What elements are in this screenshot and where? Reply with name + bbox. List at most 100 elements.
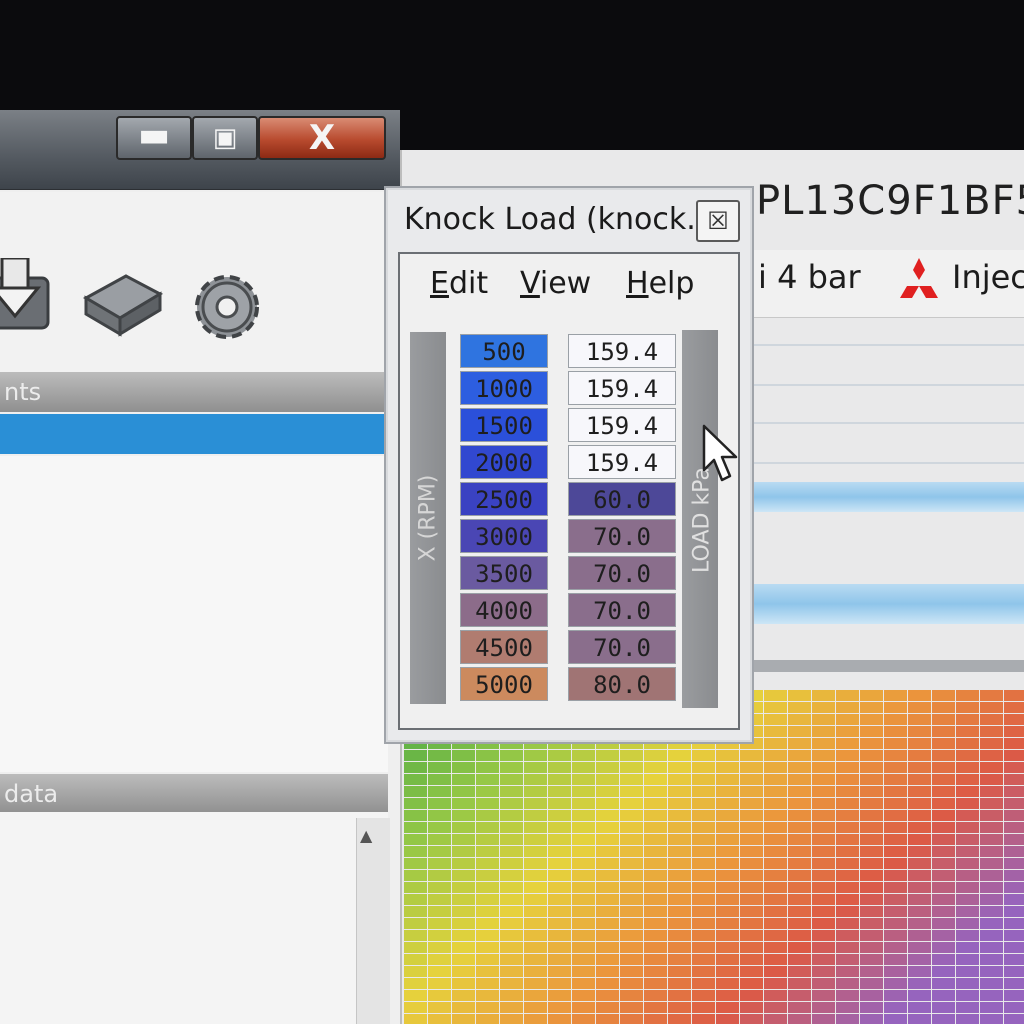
heatmap-cell[interactable] xyxy=(860,954,883,965)
heatmap-cell[interactable] xyxy=(476,798,499,809)
heatmap-cell[interactable] xyxy=(884,918,907,929)
heatmap-cell[interactable] xyxy=(812,990,835,1001)
heatmap-cell[interactable] xyxy=(980,834,1003,845)
heatmap-cell[interactable] xyxy=(740,774,763,785)
heatmap-cell[interactable] xyxy=(692,786,715,797)
heatmap-cell[interactable] xyxy=(644,858,667,869)
heatmap-cell[interactable] xyxy=(428,810,451,821)
heatmap-cell[interactable] xyxy=(908,858,931,869)
heatmap-cell[interactable] xyxy=(908,846,931,857)
heatmap-cell[interactable] xyxy=(836,810,859,821)
heatmap-cell[interactable] xyxy=(596,882,619,893)
heatmap-cell[interactable] xyxy=(620,990,643,1001)
heatmap-cell[interactable] xyxy=(788,762,811,773)
minimize-button[interactable]: ▬ xyxy=(116,116,192,160)
heatmap-cell[interactable] xyxy=(1004,1014,1024,1024)
heatmap-cell[interactable] xyxy=(692,810,715,821)
heatmap-cell[interactable] xyxy=(716,978,739,989)
heatmap-cell[interactable] xyxy=(524,798,547,809)
heatmap-cell[interactable] xyxy=(548,954,571,965)
heatmap-cell[interactable] xyxy=(668,954,691,965)
heatmap-cell[interactable] xyxy=(476,1002,499,1013)
heatmap-cell[interactable] xyxy=(548,750,571,761)
heatmap-cell[interactable] xyxy=(956,1002,979,1013)
heatmap-cell[interactable] xyxy=(476,954,499,965)
heatmap-cell[interactable] xyxy=(716,882,739,893)
heatmap-cell[interactable] xyxy=(1004,966,1024,977)
heatmap-cell[interactable] xyxy=(764,858,787,869)
heatmap-cell[interactable] xyxy=(716,810,739,821)
heatmap-cell[interactable] xyxy=(884,906,907,917)
heatmap-cell[interactable] xyxy=(812,870,835,881)
heatmap-cell[interactable] xyxy=(908,738,931,749)
scroll-up-arrow-icon[interactable]: ▲ xyxy=(360,826,372,845)
heatmap-cell[interactable] xyxy=(596,846,619,857)
heatmap-cell[interactable] xyxy=(572,798,595,809)
heatmap-cell[interactable] xyxy=(428,834,451,845)
heatmap-cell[interactable] xyxy=(548,942,571,953)
heatmap-cell[interactable] xyxy=(644,750,667,761)
heatmap-cell[interactable] xyxy=(836,858,859,869)
heatmap-cell[interactable] xyxy=(980,1014,1003,1024)
heatmap-cell[interactable] xyxy=(908,978,931,989)
knock-load-value-cell[interactable]: 80.0 xyxy=(568,667,676,701)
heatmap-cell[interactable] xyxy=(500,1002,523,1013)
heatmap-cell[interactable] xyxy=(956,1014,979,1024)
heatmap-cell[interactable] xyxy=(740,870,763,881)
heatmap-cell[interactable] xyxy=(908,834,931,845)
heatmap-cell[interactable] xyxy=(908,750,931,761)
heatmap-cell[interactable] xyxy=(740,822,763,833)
heatmap-cell[interactable] xyxy=(980,762,1003,773)
heatmap-cell[interactable] xyxy=(788,930,811,941)
heatmap-cell[interactable] xyxy=(908,942,931,953)
heatmap-cell[interactable] xyxy=(428,846,451,857)
heatmap-cell[interactable] xyxy=(860,990,883,1001)
heatmap-cell[interactable] xyxy=(644,846,667,857)
heatmap-cell[interactable] xyxy=(500,1014,523,1024)
heatmap-cell[interactable] xyxy=(836,1002,859,1013)
heatmap-cell[interactable] xyxy=(764,894,787,905)
heatmap-cell[interactable] xyxy=(572,1014,595,1024)
heatmap-cell[interactable] xyxy=(860,930,883,941)
heatmap-cell[interactable] xyxy=(980,990,1003,1001)
heatmap-cell[interactable] xyxy=(980,1002,1003,1013)
heatmap-cell[interactable] xyxy=(716,774,739,785)
knock-load-value-cell[interactable]: 159.4 xyxy=(568,445,676,479)
heatmap-cell[interactable] xyxy=(716,966,739,977)
heatmap-cell[interactable] xyxy=(476,978,499,989)
heatmap-cell[interactable] xyxy=(1004,798,1024,809)
heatmap-cell[interactable] xyxy=(404,954,427,965)
heatmap-cell[interactable] xyxy=(932,942,955,953)
heatmap-cell[interactable] xyxy=(884,774,907,785)
heatmap-cell[interactable] xyxy=(1004,942,1024,953)
heatmap-cell[interactable] xyxy=(836,726,859,737)
heatmap-cell[interactable] xyxy=(716,1014,739,1024)
heatmap-cell[interactable] xyxy=(812,714,835,725)
heatmap-cell[interactable] xyxy=(860,690,883,701)
heatmap-cell[interactable] xyxy=(596,870,619,881)
heatmap-cell[interactable] xyxy=(764,846,787,857)
knock-load-value-cell[interactable]: 159.4 xyxy=(568,371,676,405)
heatmap-cell[interactable] xyxy=(572,954,595,965)
heatmap-cell[interactable] xyxy=(980,798,1003,809)
heatmap-cell[interactable] xyxy=(860,870,883,881)
heatmap-cell[interactable] xyxy=(620,954,643,965)
heatmap-cell[interactable] xyxy=(452,846,475,857)
heatmap-cell[interactable] xyxy=(572,966,595,977)
heatmap-cell[interactable] xyxy=(404,834,427,845)
heatmap-cell[interactable] xyxy=(740,966,763,977)
heatmap-cell[interactable] xyxy=(596,786,619,797)
heatmap-cell[interactable] xyxy=(596,810,619,821)
heatmap-cell[interactable] xyxy=(836,978,859,989)
heatmap-cell[interactable] xyxy=(692,822,715,833)
heatmap-cell[interactable] xyxy=(956,858,979,869)
heatmap-cell[interactable] xyxy=(788,918,811,929)
heatmap-cell[interactable] xyxy=(788,870,811,881)
heatmap-cell[interactable] xyxy=(956,786,979,797)
heatmap-cell[interactable] xyxy=(932,786,955,797)
heatmap-cell[interactable] xyxy=(428,1002,451,1013)
heatmap-cell[interactable] xyxy=(452,966,475,977)
heatmap-cell[interactable] xyxy=(716,1002,739,1013)
heatmap-cell[interactable] xyxy=(884,822,907,833)
heatmap-cell[interactable] xyxy=(1004,738,1024,749)
